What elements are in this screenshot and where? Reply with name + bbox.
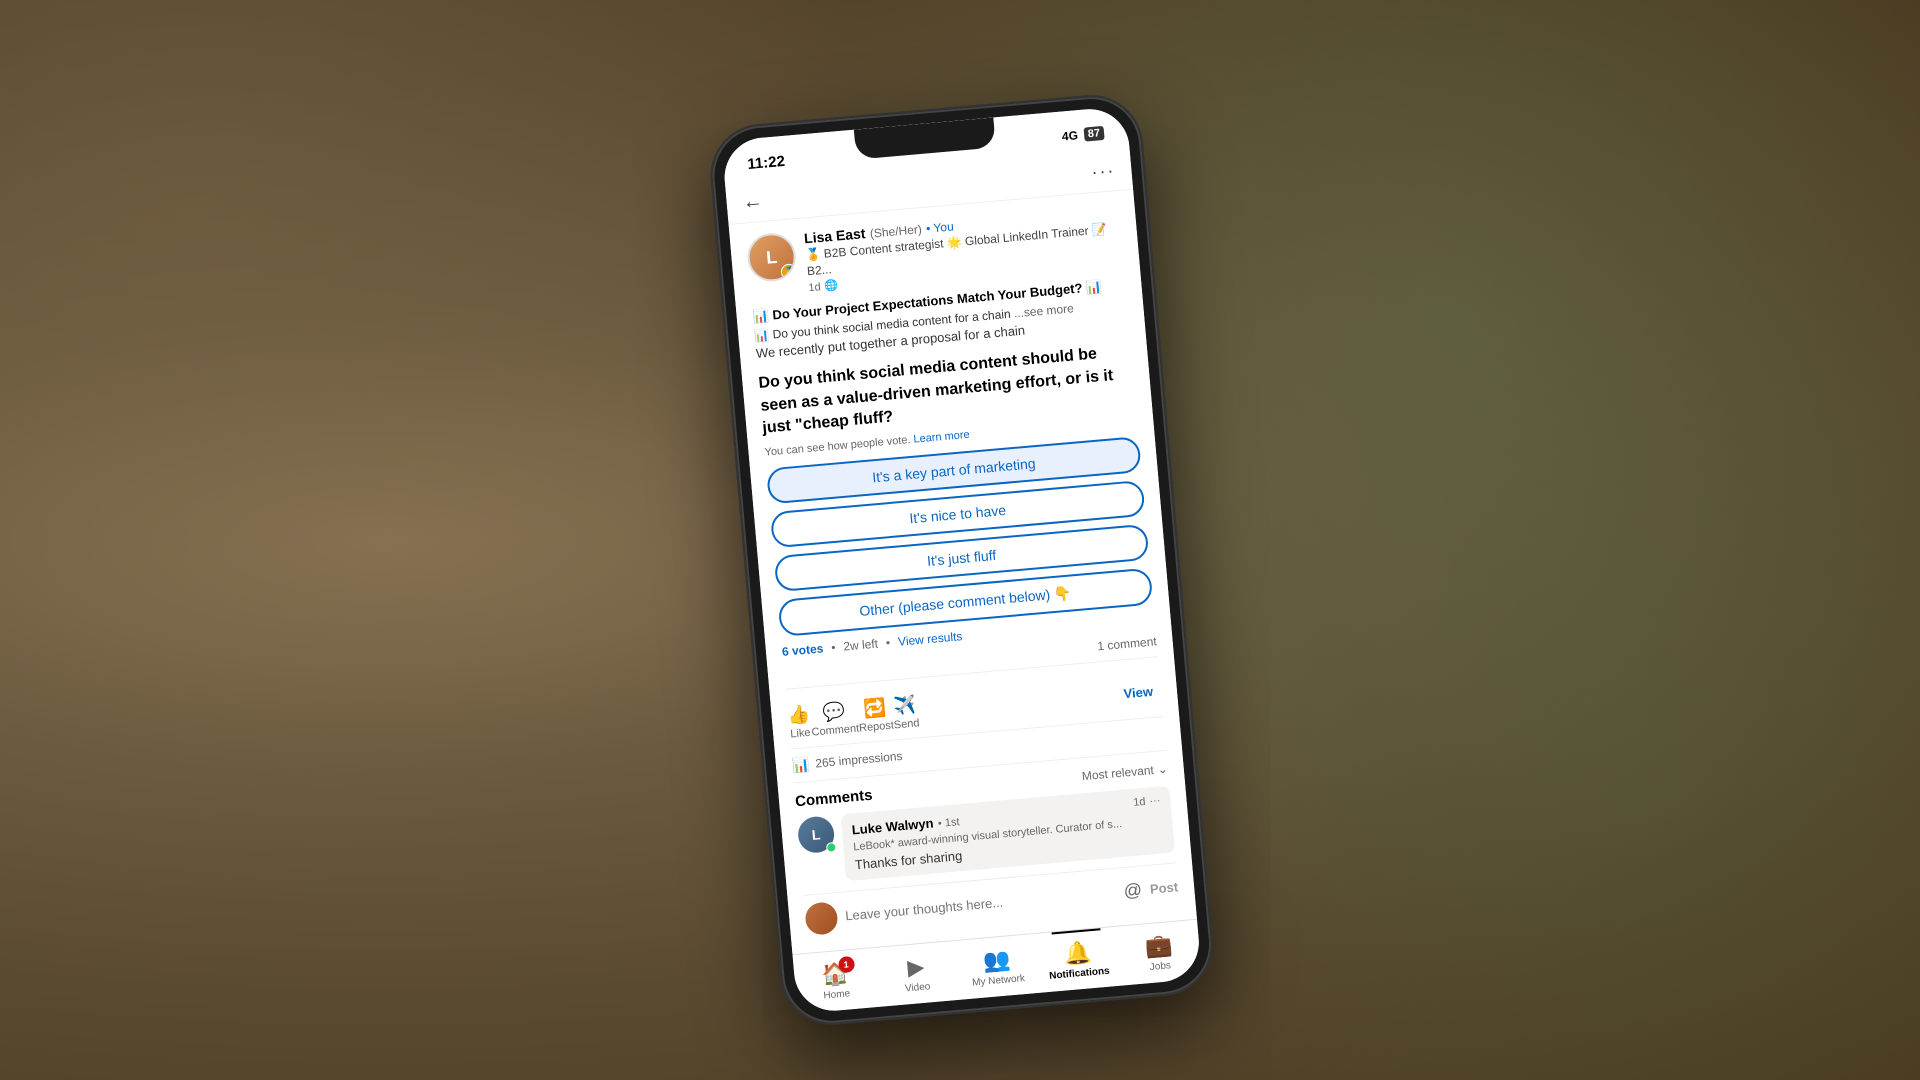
commenter-avatar[interactable]: L bbox=[797, 815, 836, 854]
tab-notifications[interactable]: 🔔 Notifications bbox=[1035, 927, 1121, 993]
network-icon: 👥 bbox=[982, 946, 1012, 974]
comment-more-icon[interactable]: ··· bbox=[1149, 794, 1161, 807]
reply-avatar bbox=[804, 901, 839, 936]
like-button[interactable]: 👍 Like bbox=[787, 703, 812, 740]
tab-video-label: Video bbox=[905, 981, 931, 994]
phone-wrapper: 11:22 4G 87 ← ··· bbox=[708, 93, 1215, 1027]
tab-notifications-label: Notifications bbox=[1049, 966, 1110, 982]
view-results-link[interactable]: View results bbox=[897, 629, 962, 649]
like-label: Like bbox=[790, 726, 811, 740]
comment-label: Comment bbox=[811, 722, 860, 738]
tab-my-network[interactable]: 👥 My Network bbox=[954, 934, 1040, 1000]
phone-device: 11:22 4G 87 ← ··· bbox=[708, 93, 1215, 1027]
sort-button[interactable]: Most relevant ⌄ bbox=[1081, 762, 1168, 783]
tab-home[interactable]: 🏠 Home 1 bbox=[793, 948, 879, 1014]
comment-time-row: 1d ··· bbox=[1133, 794, 1161, 808]
commenter-connection: • 1st bbox=[937, 816, 960, 830]
learn-more-link[interactable]: Learn more bbox=[913, 428, 970, 445]
impressions-icon: 📊 bbox=[791, 756, 810, 774]
view-link[interactable]: View bbox=[1123, 683, 1162, 701]
comment-time: 1d bbox=[1133, 795, 1146, 808]
back-button[interactable]: ← bbox=[742, 190, 764, 215]
repost-label: Repost bbox=[859, 719, 895, 734]
send-label: Send bbox=[893, 717, 920, 731]
tab-jobs-label: Jobs bbox=[1149, 960, 1171, 973]
send-icon: ✈️ bbox=[893, 694, 917, 717]
status-icons: 4G 87 bbox=[1061, 126, 1104, 144]
author-connection: • You bbox=[926, 219, 955, 235]
status-time: 11:22 bbox=[747, 152, 786, 172]
author-avatar[interactable]: L 🏅 bbox=[746, 231, 798, 283]
jobs-icon: 💼 bbox=[1144, 932, 1174, 960]
comments-title: Comments bbox=[794, 786, 873, 810]
online-badge bbox=[826, 842, 837, 853]
sort-label: Most relevant bbox=[1081, 763, 1154, 783]
content-area: ← ··· L 🏅 Lisa East (She bbox=[725, 150, 1197, 954]
tab-jobs[interactable]: 💼 Jobs bbox=[1116, 920, 1202, 986]
tab-video[interactable]: ▶ Video bbox=[873, 941, 959, 1007]
post-reply-button[interactable]: Post bbox=[1149, 879, 1178, 896]
more-options-button[interactable]: ··· bbox=[1091, 160, 1117, 183]
repost-button[interactable]: 🔁 Repost bbox=[857, 696, 895, 734]
phone-screen: 11:22 4G 87 ← ··· bbox=[721, 106, 1202, 1014]
notifications-icon: 🔔 bbox=[1063, 939, 1093, 967]
impressions-text: 265 impressions bbox=[815, 749, 903, 771]
visibility-icon: 🌐 bbox=[824, 279, 839, 293]
post-time: 1d bbox=[808, 281, 821, 294]
like-icon: 👍 bbox=[787, 703, 811, 726]
battery-indicator: 87 bbox=[1083, 126, 1104, 142]
commenter-name[interactable]: Luke Walwyn bbox=[851, 815, 934, 837]
tab-home-label: Home bbox=[823, 988, 851, 1001]
poll-time-left: 2w left bbox=[843, 636, 879, 653]
repost-icon: 🔁 bbox=[863, 697, 887, 720]
reply-input[interactable] bbox=[845, 885, 1117, 924]
send-button[interactable]: ✈️ Send bbox=[891, 694, 920, 731]
poll-votes: 6 votes bbox=[781, 641, 823, 659]
signal-icon: 4G bbox=[1061, 128, 1078, 143]
comment-icon: 💬 bbox=[822, 700, 846, 723]
post-area: L 🏅 Lisa East (She/Her) • You 🏅 B2B Cont… bbox=[729, 190, 1197, 955]
chevron-down-icon: ⌄ bbox=[1157, 762, 1168, 777]
video-icon: ▶ bbox=[906, 954, 925, 981]
tab-network-label: My Network bbox=[972, 973, 1026, 989]
avatar-badge: 🏅 bbox=[780, 263, 797, 280]
comment-button[interactable]: 💬 Comment bbox=[809, 699, 860, 738]
mention-button[interactable]: @ bbox=[1123, 880, 1143, 903]
